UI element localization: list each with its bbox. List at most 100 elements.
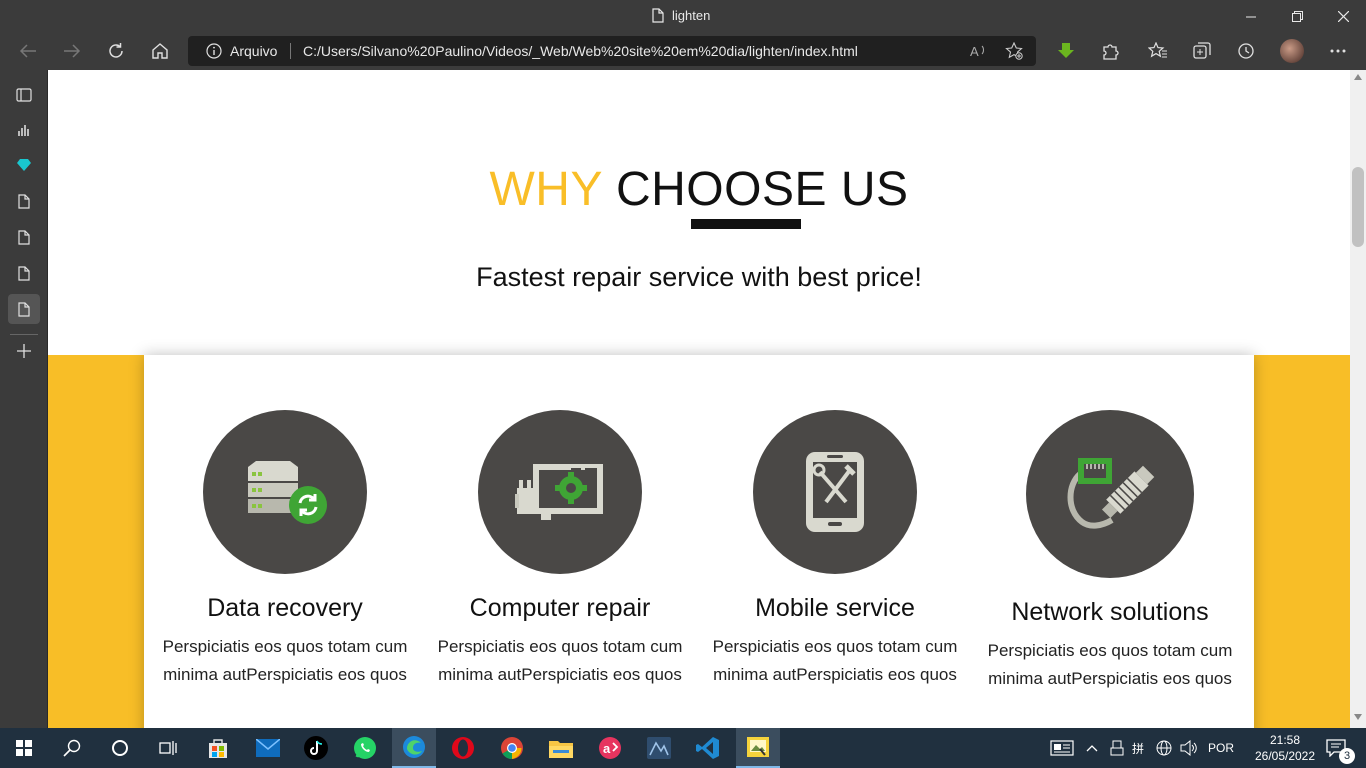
scrollbar-thumb[interactable]	[1352, 167, 1364, 247]
history-button[interactable]	[1231, 37, 1261, 65]
page-icon	[652, 8, 664, 23]
download-extension-button[interactable]	[1051, 37, 1081, 65]
heading-accent: WHY	[489, 163, 603, 216]
forward-arrow-icon	[64, 44, 81, 58]
windows-taskbar: a 拼 POR 21:58 26/05/2022 3	[0, 728, 1366, 768]
page-icon	[18, 193, 30, 209]
scroll-up-icon[interactable]	[1354, 74, 1362, 80]
service-icon-circle	[1026, 410, 1194, 578]
usb-device-icon[interactable]	[1110, 740, 1124, 756]
server-sync-icon	[248, 461, 327, 524]
taskbar-tiktok[interactable]	[294, 728, 338, 768]
tab-actions-icon	[16, 88, 32, 102]
info-icon[interactable]	[206, 43, 222, 59]
tool-app-icon	[647, 737, 671, 759]
network-globe-icon[interactable]	[1156, 740, 1172, 756]
taskbar-app-stylized[interactable]: a	[588, 728, 632, 768]
new-tab-button[interactable]	[8, 336, 40, 366]
app-logo-icon: a	[599, 737, 621, 759]
address-bar[interactable]: Arquivo C:/Users/Silvano%20Paulino/Video…	[188, 36, 1036, 66]
start-button[interactable]	[2, 728, 46, 768]
tiktok-icon	[304, 736, 328, 760]
extensions-button[interactable]	[1095, 37, 1125, 65]
forward-button[interactable]	[57, 37, 87, 65]
taskbar-opera[interactable]	[441, 728, 485, 768]
section-heading: WHY CHOOSE US	[48, 162, 1350, 217]
site-favicon-icon	[18, 125, 29, 136]
system-tray: 拼 POR	[1050, 728, 1234, 768]
taskbar-whatsapp[interactable]	[343, 728, 387, 768]
sidebar-tab-2[interactable]	[8, 150, 40, 180]
svg-text:a: a	[603, 741, 611, 756]
ime-icon[interactable]: 拼	[1132, 740, 1148, 756]
edge-icon	[403, 736, 425, 758]
gem-icon	[17, 159, 31, 171]
store-icon	[209, 739, 227, 758]
profile-button[interactable]	[1277, 37, 1307, 65]
scroll-down-icon[interactable]	[1354, 714, 1362, 720]
security-label[interactable]: Arquivo	[230, 43, 277, 59]
web-page: WHY CHOOSE US Fastest repair service wit…	[48, 70, 1350, 728]
service-description: Perspiciatis eos quos totam cum minima a…	[437, 637, 683, 684]
favorites-button[interactable]	[1143, 37, 1173, 65]
taskbar-file-explorer[interactable]	[539, 728, 583, 768]
taskbar-vscode[interactable]	[686, 728, 730, 768]
service-description: Perspiciatis eos quos totam cum minima a…	[712, 637, 958, 684]
home-button[interactable]	[145, 37, 175, 65]
page-scrollbar[interactable]	[1350, 70, 1366, 728]
url-text[interactable]: C:/Users/Silvano%20Paulino/Videos/_Web/W…	[303, 43, 858, 59]
tab-title-text: lighten	[672, 8, 711, 23]
search-icon	[63, 739, 81, 757]
taskbar-edge[interactable]	[392, 728, 436, 768]
cortana-icon	[112, 740, 128, 756]
taskbar-tool-app[interactable]	[637, 728, 681, 768]
sidebar-tab-3[interactable]	[8, 186, 40, 216]
heading-rest: CHOOSE US	[615, 163, 909, 216]
news-widget-icon[interactable]	[1050, 739, 1074, 757]
home-icon	[152, 43, 168, 59]
volume-icon[interactable]	[1180, 740, 1198, 756]
tab-actions-button[interactable]	[8, 80, 40, 110]
svg-text:A: A	[970, 44, 979, 59]
whatsapp-icon	[354, 737, 376, 759]
read-aloud-icon[interactable]: A	[970, 43, 988, 59]
collections-button[interactable]	[1187, 37, 1217, 65]
collections-icon	[1193, 42, 1211, 59]
opera-icon	[452, 737, 474, 759]
more-icon	[1330, 49, 1346, 53]
hardware-gear-icon	[515, 464, 603, 520]
service-network-solutions: Network solutions Perspiciatis eos quos …	[980, 410, 1240, 693]
service-title: Mobile service	[755, 594, 915, 622]
sidebar-tab-active[interactable]	[8, 294, 40, 324]
search-button[interactable]	[50, 728, 94, 768]
taskbar-active-app[interactable]	[736, 728, 780, 768]
cortana-button[interactable]	[98, 728, 142, 768]
task-view-button[interactable]	[146, 728, 190, 768]
sidebar-tab-4[interactable]	[8, 222, 40, 252]
back-arrow-icon	[19, 44, 36, 58]
address-separator	[290, 43, 291, 59]
settings-menu-button[interactable]	[1323, 37, 1353, 65]
vertical-tabs-sidebar	[0, 70, 48, 728]
taskbar-chrome[interactable]	[490, 728, 534, 768]
taskbar-clock[interactable]: 21:58 26/05/2022	[1250, 732, 1320, 764]
close-button[interactable]	[1320, 0, 1366, 33]
notification-center-button[interactable]: 3	[1314, 728, 1358, 768]
chevron-up-icon[interactable]	[1086, 744, 1098, 752]
restore-button[interactable]	[1274, 0, 1320, 33]
service-title: Data recovery	[207, 594, 363, 622]
phone-tools-icon	[806, 452, 864, 532]
refresh-button[interactable]	[101, 37, 131, 65]
service-title: Computer repair	[469, 594, 651, 622]
service-mobile-service: Mobile service Perspiciatis eos quos tot…	[705, 410, 965, 689]
page-icon	[18, 301, 30, 317]
tab-title[interactable]: lighten	[652, 8, 710, 23]
taskbar-store[interactable]	[196, 728, 240, 768]
add-favorite-icon[interactable]	[1005, 42, 1023, 60]
back-button[interactable]	[13, 37, 43, 65]
minimize-button[interactable]	[1228, 0, 1274, 33]
sidebar-tab-5[interactable]	[8, 258, 40, 288]
taskbar-mail[interactable]	[246, 728, 290, 768]
sidebar-tab-1[interactable]	[8, 115, 40, 145]
language-indicator[interactable]: POR	[1208, 741, 1234, 755]
